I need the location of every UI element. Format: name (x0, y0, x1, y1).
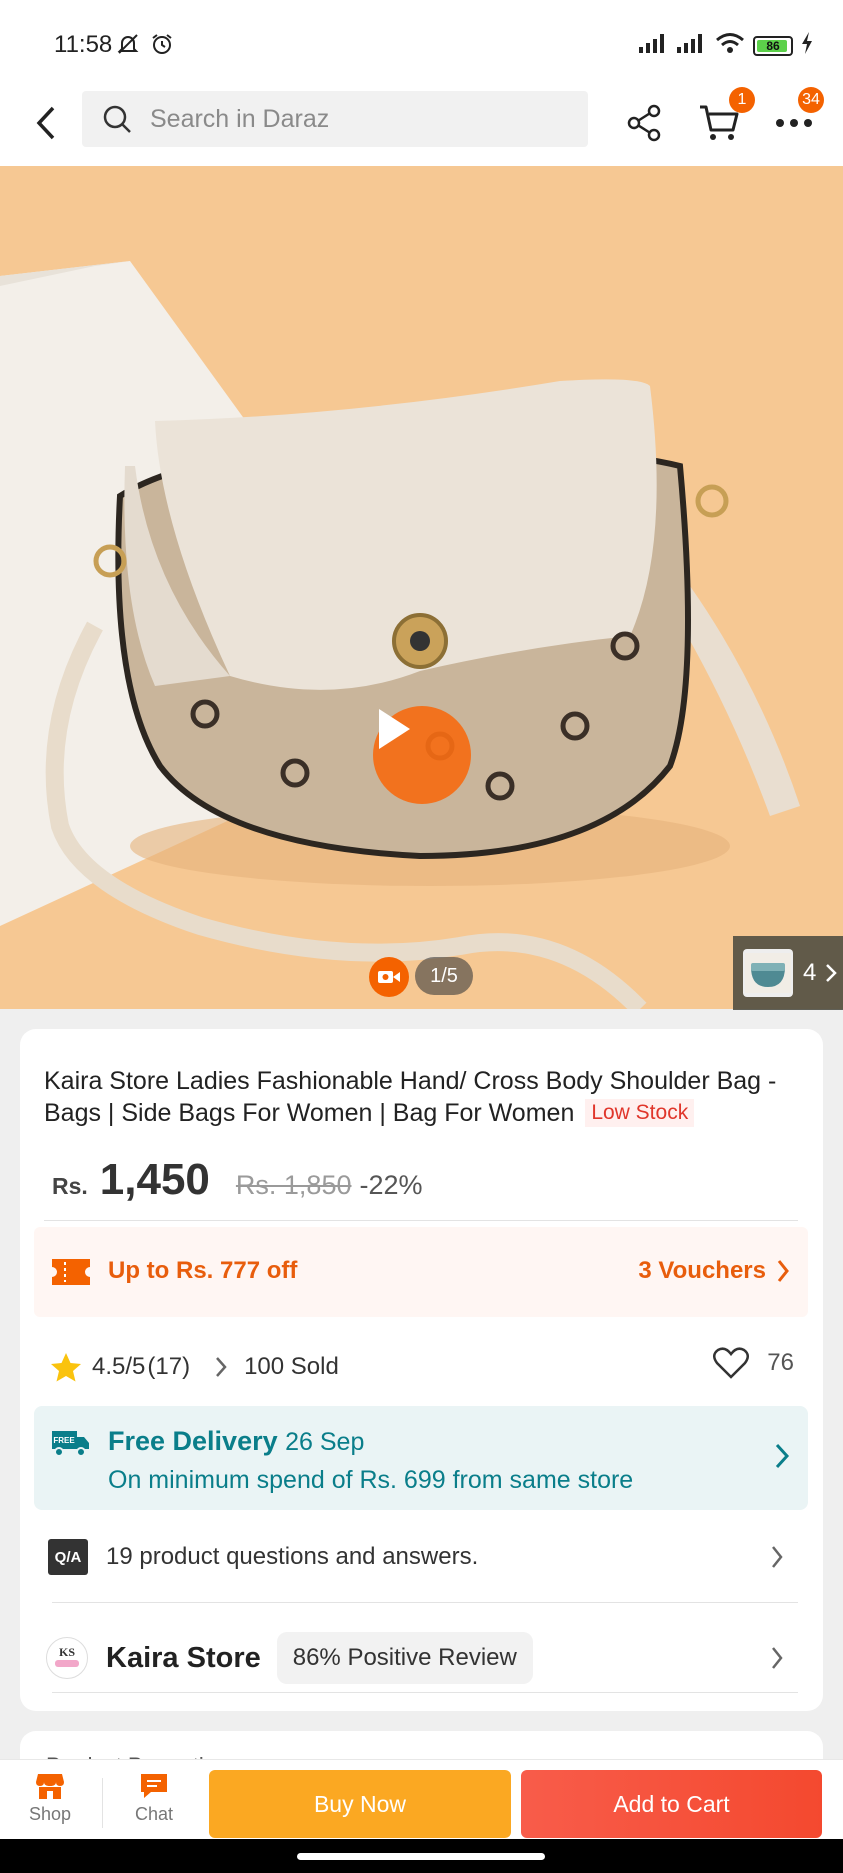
cart-button[interactable]: 1 (693, 87, 755, 149)
chevron-right-icon (774, 1442, 790, 1475)
original-price: Rs. 1,850 (235, 1170, 352, 1200)
wishlist-count: 76 (767, 1349, 794, 1376)
product-image-gallery[interactable] (0, 166, 843, 1009)
voucher-ticket-icon (52, 1259, 90, 1290)
gesture-nav-area (0, 1839, 843, 1873)
variant-count: 4 (803, 959, 817, 986)
home-indicator[interactable] (297, 1853, 545, 1860)
bottom-action-bar: Shop Chat Buy Now Add to Cart (0, 1759, 843, 1839)
chevron-right-icon (216, 1357, 227, 1377)
charging-icon (801, 32, 813, 59)
signal-icon (639, 33, 669, 58)
top-nav: Search in Daraz 1 34 (0, 84, 843, 166)
battery-level: 86 (766, 38, 780, 53)
share-icon (627, 104, 661, 142)
chevron-right-icon (770, 1644, 784, 1677)
share-button[interactable] (618, 97, 670, 149)
store-logo: KS (46, 1637, 88, 1679)
shop-icon (10, 1772, 90, 1800)
add-to-cart-button[interactable]: Add to Cart (521, 1770, 822, 1838)
qa-text: 19 product questions and answers. (106, 1543, 479, 1570)
product-photo (0, 166, 843, 1009)
divider (52, 1602, 798, 1603)
chevron-right-icon (826, 964, 838, 982)
delivery-title-text: Free Delivery (108, 1426, 278, 1456)
store-row[interactable]: KS Kaira Store 86% Positive Review (46, 1627, 798, 1689)
free-delivery-banner[interactable]: FREE Free Delivery 26 Sep On minimum spe… (34, 1406, 808, 1510)
video-camera-icon (378, 971, 400, 983)
divider (102, 1778, 103, 1828)
store-logo-text: KS (59, 1645, 75, 1659)
store-name: Kaira Store (106, 1641, 261, 1674)
more-button[interactable]: 34 (768, 87, 824, 149)
voucher-banner[interactable]: Up to Rs. 777 off 3 Vouchers (34, 1227, 808, 1317)
chat-button[interactable]: Chat (114, 1772, 194, 1825)
divider (52, 1692, 798, 1693)
search-placeholder: Search in Daraz (150, 104, 330, 133)
product-info-card: Kaira Store Ladies Fashionable Hand/ Cro… (20, 1029, 823, 1711)
delivery-truck-icon: FREE (50, 1428, 90, 1463)
chat-icon (114, 1772, 194, 1800)
buy-now-button[interactable]: Buy Now (209, 1770, 511, 1838)
qa-icon: Q/A (48, 1539, 88, 1575)
product-title: Kaira Store Ladies Fashionable Hand/ Cro… (44, 1065, 804, 1129)
rating-count: (17) (147, 1353, 191, 1380)
discount-percent: -22% (359, 1170, 423, 1200)
divider (44, 1220, 798, 1221)
chat-label: Chat (134, 1804, 174, 1824)
search-input[interactable]: Search in Daraz (82, 91, 588, 147)
back-button[interactable] (26, 98, 66, 148)
questions-answers-row[interactable]: Q/A 19 product questions and answers. (48, 1529, 798, 1585)
variant-thumbnail (743, 949, 793, 997)
free-badge-text: FREE (53, 1436, 75, 1445)
wishlist-button[interactable]: 76 (713, 1347, 794, 1379)
voucher-count: 3 Vouchers (638, 1257, 790, 1285)
more-variants-button[interactable]: 4 (733, 936, 843, 1010)
price-currency: Rs. (52, 1173, 88, 1199)
alarm-icon (150, 32, 174, 61)
back-arrow-icon (36, 106, 55, 140)
heart-icon (713, 1347, 750, 1379)
star-icon (50, 1352, 82, 1382)
current-price: 1,450 (99, 1155, 210, 1204)
battery-icon: 86 (753, 35, 793, 56)
status-left-icons (116, 32, 174, 61)
rating-row[interactable]: 4.5/5 (17) 100 Sold 76 (50, 1347, 800, 1387)
status-bar: 11:58 86 (0, 0, 843, 84)
more-dots-icon (776, 119, 812, 127)
shop-label: Shop (28, 1804, 72, 1824)
delivery-subtitle: On minimum spend of Rs. 699 from same st… (108, 1466, 634, 1494)
low-stock-badge: Low Stock (585, 1099, 695, 1127)
mute-bell-icon (116, 32, 140, 61)
play-icon (379, 709, 410, 749)
delivery-title: Free Delivery 26 Sep (108, 1426, 364, 1457)
status-right-icons: 86 (639, 32, 813, 59)
delivery-date: 26 Sep (285, 1428, 365, 1456)
play-video-button[interactable] (373, 706, 471, 804)
rating-score: 4.5/5 (92, 1353, 146, 1380)
status-time: 11:58 (54, 31, 113, 58)
image-counter: 1/5 (415, 957, 473, 995)
wifi-icon (715, 32, 745, 59)
sold-count: 100 Sold (244, 1353, 339, 1380)
more-badge: 34 (798, 87, 824, 113)
video-indicator[interactable] (369, 957, 409, 997)
voucher-count-label: 3 Vouchers (638, 1257, 766, 1284)
cart-badge: 1 (729, 87, 755, 113)
price-row: Rs. 1,450 Rs. 1,850 -22% (52, 1155, 423, 1205)
signal-icon-2 (677, 33, 707, 58)
voucher-text: Up to Rs. 777 off (108, 1257, 298, 1284)
chevron-right-icon (770, 1543, 784, 1576)
shop-button[interactable]: Shop (10, 1772, 90, 1825)
store-positive-review: 86% Positive Review (276, 1632, 533, 1684)
chevron-right-icon (777, 1260, 789, 1282)
search-icon (102, 104, 132, 134)
